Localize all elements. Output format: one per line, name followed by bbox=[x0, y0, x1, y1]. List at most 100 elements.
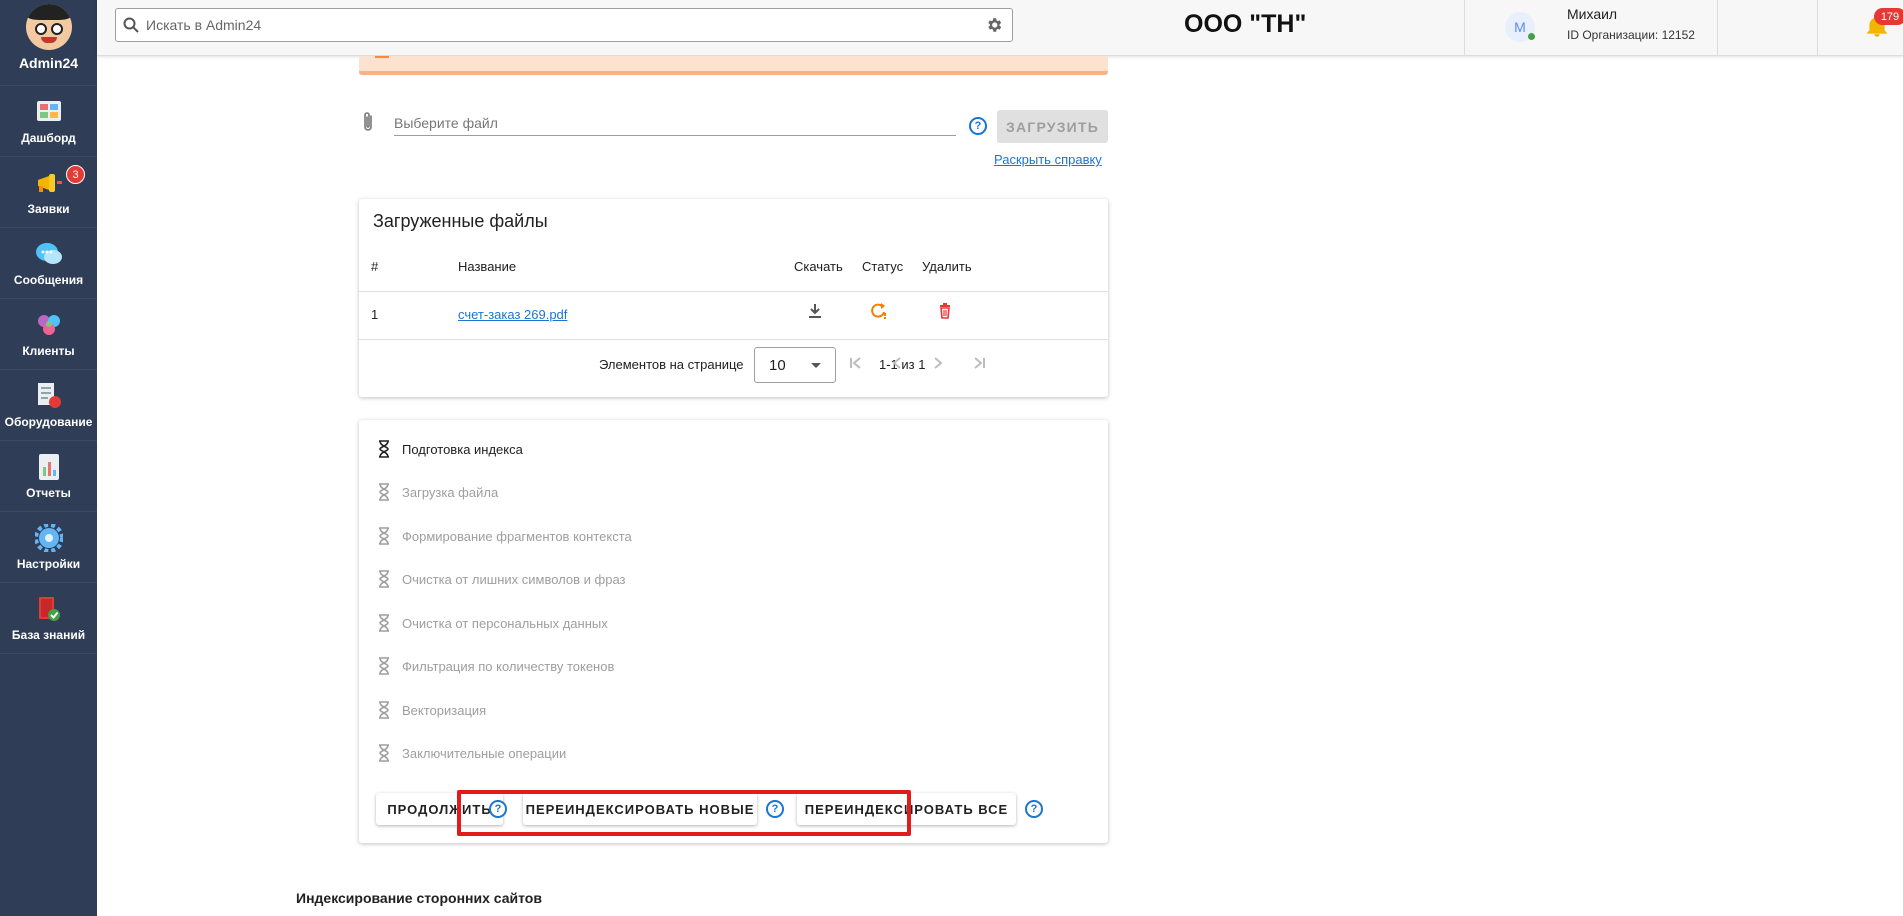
column-header-name: Название bbox=[458, 259, 517, 274]
step-label: Заключительные операции bbox=[402, 745, 567, 761]
table-divider bbox=[359, 339, 1108, 340]
sidebar-item-clients[interactable]: Клиенты bbox=[0, 299, 97, 370]
organization-title: ООО "ТН" bbox=[1184, 10, 1307, 38]
search-icon bbox=[116, 17, 146, 33]
step-item: Формирование фрагментов контекста bbox=[377, 526, 632, 546]
first-page-icon[interactable] bbox=[846, 353, 866, 373]
reindex-all-help-icon[interactable]: ? bbox=[1025, 800, 1043, 818]
brand-name: Admin24 bbox=[18, 55, 79, 71]
next-page-icon[interactable] bbox=[928, 353, 948, 373]
hourglass-icon bbox=[379, 440, 389, 458]
clients-icon bbox=[35, 311, 63, 339]
items-per-page-value: 10 bbox=[769, 356, 786, 374]
sidebar: Admin24 Дашборд Заявки 3 Сообщения Клиен… bbox=[0, 0, 97, 916]
sidebar-item-dashboard[interactable]: Дашборд bbox=[0, 86, 97, 157]
hourglass-icon bbox=[379, 744, 389, 762]
step-item: Очистка от персональных данных bbox=[377, 613, 608, 633]
step-item: Заключительные операции bbox=[377, 743, 566, 763]
chevron-down-icon bbox=[811, 363, 821, 368]
search-settings-gear-icon[interactable] bbox=[976, 16, 1012, 34]
sidebar-item-label: Настройки bbox=[16, 556, 81, 571]
expand-help-link[interactable]: Раскрыть справку bbox=[994, 152, 1102, 167]
previous-page-icon[interactable] bbox=[887, 353, 907, 373]
hourglass-icon bbox=[379, 527, 389, 545]
topbar-divider bbox=[1717, 0, 1718, 56]
step-item: Векторизация bbox=[377, 700, 486, 720]
topbar: ООО "ТН" М Михаил ID Организации: 12152 … bbox=[97, 0, 1903, 56]
upload-row: ? ЗАГРУЗИТЬ bbox=[359, 106, 1108, 143]
delete-trash-icon[interactable] bbox=[939, 303, 951, 322]
equipment-icon bbox=[35, 382, 63, 410]
dashboard-icon bbox=[35, 98, 63, 126]
sidebar-item-label: База знаний bbox=[11, 627, 86, 642]
hourglass-icon bbox=[379, 614, 389, 632]
brand[interactable]: Admin24 bbox=[0, 0, 97, 86]
step-label: Подготовка индекса bbox=[402, 441, 523, 457]
step-item: Подготовка индекса bbox=[377, 439, 523, 459]
column-header-download: Скачать bbox=[794, 259, 843, 274]
indexing-steps-card: Подготовка индекса Загрузка файла Формир… bbox=[359, 420, 1108, 843]
step-item: Очистка от лишних символов и фраз bbox=[377, 569, 625, 589]
search-bar bbox=[115, 8, 1013, 42]
step-label: Загрузка файла bbox=[402, 484, 499, 500]
requests-badge: 3 bbox=[66, 165, 85, 184]
external-sites-indexing-title: Индексирование сторонних сайтов bbox=[296, 890, 542, 906]
hourglass-icon bbox=[379, 701, 389, 719]
step-item: Загрузка файла bbox=[377, 482, 498, 502]
upload-button[interactable]: ЗАГРУЗИТЬ bbox=[997, 110, 1108, 143]
settings-icon bbox=[34, 523, 63, 552]
column-header-number: # bbox=[371, 259, 379, 274]
sidebar-item-settings[interactable]: Настройки bbox=[0, 512, 97, 583]
brand-logo-icon bbox=[25, 4, 72, 50]
main-content: ? ЗАГРУЗИТЬ Раскрыть справку Загруженные… bbox=[97, 56, 1903, 916]
topbar-divider bbox=[1464, 0, 1465, 56]
sidebar-item-label: Отчеты bbox=[26, 485, 71, 500]
step-label: Фильтрация по количеству токенов bbox=[402, 658, 615, 674]
sidebar-item-label: Заявки bbox=[27, 201, 70, 216]
search-input[interactable] bbox=[146, 17, 976, 33]
items-per-page-select[interactable]: 10 bbox=[754, 347, 836, 383]
sidebar-item-requests[interactable]: Заявки 3 bbox=[0, 157, 97, 228]
hourglass-icon bbox=[379, 657, 389, 675]
sidebar-item-label: Клиенты bbox=[22, 343, 75, 358]
step-item: Фильтрация по количеству токенов bbox=[377, 656, 614, 676]
megaphone-icon bbox=[35, 169, 63, 197]
reports-icon bbox=[35, 453, 63, 481]
topbar-divider bbox=[1817, 0, 1818, 56]
step-label: Очистка от лишних символов и фраз bbox=[402, 571, 626, 587]
sidebar-item-knowledge-base[interactable]: База знаний bbox=[0, 583, 97, 654]
table-divider bbox=[359, 291, 1108, 292]
sidebar-item-label: Сообщения bbox=[13, 272, 84, 287]
user-name[interactable]: Михаил bbox=[1567, 6, 1617, 22]
row-number: 1 bbox=[371, 307, 379, 322]
warning-banner bbox=[359, 56, 1108, 75]
hourglass-icon bbox=[379, 570, 389, 588]
step-label: Очистка от персональных данных bbox=[402, 615, 608, 631]
sidebar-item-reports[interactable]: Отчеты bbox=[0, 441, 97, 512]
step-label: Векторизация bbox=[402, 702, 487, 718]
column-header-status: Статус bbox=[862, 259, 904, 274]
chat-icon bbox=[35, 240, 63, 268]
column-header-delete: Удалить bbox=[922, 259, 972, 274]
app-root: Admin24 Дашборд Заявки 3 Сообщения Клиен… bbox=[0, 0, 1903, 916]
file-name-link[interactable]: счет-заказ 269.pdf bbox=[458, 307, 567, 322]
sidebar-item-label: Оборудование bbox=[4, 414, 93, 429]
paperclip-icon[interactable] bbox=[359, 110, 379, 134]
sidebar-item-equipment[interactable]: Оборудование bbox=[0, 370, 97, 441]
highlight-frame bbox=[457, 790, 911, 836]
sidebar-item-messages[interactable]: Сообщения bbox=[0, 228, 97, 299]
hourglass-icon bbox=[379, 483, 389, 501]
uploaded-files-title: Загруженные файлы bbox=[373, 211, 548, 231]
online-status-dot bbox=[1528, 33, 1535, 40]
sidebar-item-label: Дашборд bbox=[21, 130, 76, 145]
status-processing-icon bbox=[869, 302, 887, 323]
knowledge-base-icon bbox=[35, 595, 63, 623]
step-label: Формирование фрагментов контекста bbox=[402, 528, 632, 544]
organization-id: ID Организации: 12152 bbox=[1567, 28, 1695, 42]
items-per-page-label: Элементов на странице bbox=[599, 357, 744, 372]
uploaded-files-card: Загруженные файлы # Название Скачать Ста… bbox=[359, 199, 1108, 397]
upload-help-icon[interactable]: ? bbox=[969, 117, 987, 135]
file-select-input[interactable] bbox=[394, 110, 956, 136]
download-icon[interactable] bbox=[808, 303, 822, 322]
last-page-icon[interactable] bbox=[969, 353, 989, 373]
